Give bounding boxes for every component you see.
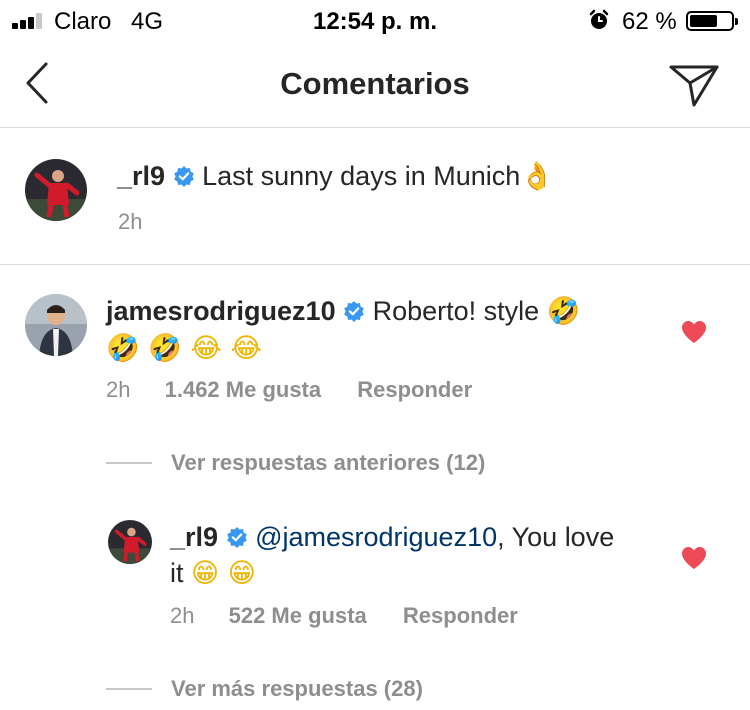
caption-text: Last sunny days in Munich	[202, 161, 521, 191]
battery-icon	[686, 11, 738, 31]
heart-icon[interactable]	[681, 320, 707, 344]
caption-username[interactable]: _rl9	[117, 161, 165, 191]
reply-button[interactable]: Responder	[403, 603, 518, 628]
emoji-line: 🤣 🤣 😂 😂	[106, 333, 263, 364]
avatar[interactable]	[25, 159, 87, 221]
send-icon[interactable]	[668, 62, 720, 108]
view-more-replies-button[interactable]: Ver más respuestas (28)	[171, 676, 423, 702]
ok-hand-emoji: 👌	[520, 161, 554, 192]
reply-button[interactable]: Responder	[357, 377, 472, 402]
mention-link[interactable]: @jamesrodriguez10	[255, 522, 497, 552]
reply-text-continued: it	[170, 558, 184, 588]
view-previous-replies-button[interactable]: Ver respuestas anteriores (12)	[171, 450, 485, 476]
reply-meta: 2h 522 Me gusta Responder	[170, 603, 670, 629]
post-caption: _rl9 Last sunny days in Munich👌 2h	[0, 129, 750, 265]
avatar[interactable]	[25, 294, 87, 356]
verified-badge-icon	[344, 301, 364, 322]
heart-icon[interactable]	[681, 546, 707, 570]
reply-username[interactable]: _rl9	[170, 522, 218, 552]
comment-username[interactable]: jamesrodriguez10	[106, 296, 336, 326]
likes-count[interactable]: 1.462 Me gusta	[165, 377, 322, 402]
thread-divider	[106, 688, 152, 690]
laughing-emoji: 🤣	[546, 296, 581, 327]
alarm-icon	[589, 9, 609, 29]
nav-bar: Comentarios	[0, 42, 750, 128]
verified-badge-icon	[226, 527, 247, 548]
battery-percent: 62 %	[622, 8, 677, 35]
status-bar: Claro 4G 12:54 p. m. 62 %	[0, 0, 750, 42]
comment-timestamp: 2h	[106, 377, 131, 402]
thread-divider	[106, 462, 152, 464]
reply-timestamp: 2h	[170, 603, 195, 628]
likes-count[interactable]: 522 Me gusta	[229, 603, 367, 628]
verified-badge-icon	[173, 166, 194, 187]
grinning-emoji: 😁 😁	[191, 558, 256, 589]
avatar[interactable]	[108, 520, 152, 564]
comment-meta: 2h 1.462 Me gusta Responder	[106, 377, 666, 403]
caption-timestamp: 2h	[118, 209, 143, 234]
comment-text: Roberto! style	[372, 296, 540, 326]
reply-text: , You love	[497, 522, 615, 552]
page-title: Comentarios	[280, 66, 470, 101]
